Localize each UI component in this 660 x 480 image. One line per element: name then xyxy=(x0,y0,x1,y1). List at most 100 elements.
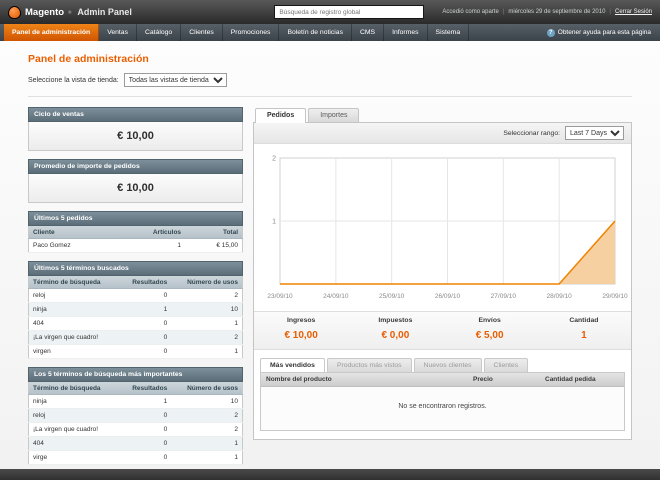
table-row[interactable]: 404 0 1 xyxy=(28,436,243,451)
table-row[interactable]: virgen 0 1 xyxy=(28,344,243,359)
header-user-info: Accedió como aparte | miércoles 29 de se… xyxy=(442,9,652,15)
table-row[interactable]: ninja 1 10 xyxy=(28,302,243,317)
nav-item[interactable]: Clientes xyxy=(181,24,223,41)
table-row[interactable]: ¡La virgen que cuadro! 0 2 xyxy=(28,330,243,345)
box-title: Últimos 5 pedidos xyxy=(28,211,243,226)
data-table: Término de búsqueda Resultados Número de u… xyxy=(28,276,243,359)
nav-item[interactable]: Sistema xyxy=(428,24,470,41)
table-cell: virge xyxy=(28,450,120,465)
column-header: Total xyxy=(185,226,243,239)
global-search-input[interactable] xyxy=(274,5,425,19)
table-cell: ninja xyxy=(28,394,120,409)
total-stat: Impuestos € 0,00 xyxy=(348,312,442,349)
logout-link[interactable]: Cerrar Sesión xyxy=(615,9,652,15)
table-cell: 2 xyxy=(171,422,243,437)
table-cell: 10 xyxy=(171,302,243,317)
grid-empty-message: No se encontraron registros. xyxy=(261,387,624,430)
box-title: Promedio de importe de pedidos xyxy=(28,159,243,174)
report-tab[interactable]: Más vendidos xyxy=(260,358,325,372)
logo-text: Magento xyxy=(25,6,65,18)
table-row[interactable]: virge 0 1 xyxy=(28,450,243,465)
magento-logo-icon xyxy=(8,5,21,19)
total-stat: Ingresos € 10,00 xyxy=(254,312,348,349)
table-cell: € 15,00 xyxy=(185,238,243,253)
grid-column-header[interactable]: Precio xyxy=(468,373,540,386)
main-navigation: Panel de administración Ventas Catálogo Cli… xyxy=(0,24,660,41)
nav-item[interactable]: Informes xyxy=(384,24,428,41)
column-header: Término de búsqueda xyxy=(28,276,120,289)
table-row[interactable]: reloj 0 2 xyxy=(28,408,243,423)
table-cell: ¡La virgen que cuadro! xyxy=(28,330,120,345)
svg-text:24/09/10: 24/09/10 xyxy=(323,293,349,300)
table-row[interactable]: ¡La virgen que cuadro! 0 2 xyxy=(28,422,243,437)
table-row[interactable]: ninja 1 10 xyxy=(28,394,243,409)
data-table: Término de búsqueda Resultados Número de u… xyxy=(28,382,243,465)
trademark-symbol: ® xyxy=(68,9,72,15)
total-stat-label: Envíos xyxy=(478,317,501,324)
orders-chart-container: 23/09/10 24/09/10 25/09/10 26/09/10 27/09/10… xyxy=(254,144,631,307)
column-header: Resultados xyxy=(119,382,172,395)
grid-column-header[interactable]: Nombre del producto xyxy=(261,373,468,386)
dashboard-tab[interactable]: Importes xyxy=(308,108,360,122)
report-tab[interactable]: Productos más vistos xyxy=(326,358,412,372)
table-cell: Paco Gomez xyxy=(28,238,117,253)
box-title: Los 5 términos de búsqueda más important… xyxy=(28,367,243,382)
grid-header-row: Nombre del producto Precio Cantidad pedida xyxy=(261,373,624,387)
grid-column-header[interactable]: Cantidad pedida xyxy=(540,373,624,386)
dashboard-columns: Ciclo de ventas € 10,00 Promedio de import… xyxy=(28,107,632,465)
summary-box: Ciclo de ventas € 10,00 xyxy=(28,107,243,151)
table-cell: 2 xyxy=(171,330,243,345)
separator: | xyxy=(502,9,505,15)
table-cell: 1 xyxy=(116,238,186,253)
svg-text:27/09/10: 27/09/10 xyxy=(491,293,517,300)
report-tab[interactable]: Nuevos clientes xyxy=(413,358,482,372)
column-header: Cliente xyxy=(28,226,117,239)
table-cell: 0 xyxy=(119,422,172,437)
table-cell: 1 xyxy=(171,436,243,451)
data-table: Cliente Artículos Total Paco Gomez 1 € 15,00 xyxy=(28,226,243,253)
table-cell: 10 xyxy=(171,394,243,409)
svg-text:28/09/10: 28/09/10 xyxy=(547,293,573,300)
total-stat-value: € 0,00 xyxy=(381,330,410,341)
total-stat-label: Impuestos xyxy=(378,317,413,324)
table-cell: 0 xyxy=(119,330,172,345)
range-label: Seleccionar rango: xyxy=(503,129,560,137)
table-header-row: Término de búsqueda Resultados Número de u… xyxy=(28,382,243,395)
table-cell: 1 xyxy=(119,394,172,409)
nav-item[interactable]: CMS xyxy=(352,24,385,41)
table-row[interactable]: reloj 0 2 xyxy=(28,288,243,303)
page-title: Panel de administración xyxy=(28,53,149,65)
column-header: Número de usos xyxy=(171,276,243,289)
report-tab[interactable]: Clientes xyxy=(483,358,529,372)
table-header-row: Término de búsqueda Resultados Número de u… xyxy=(28,276,243,289)
table-cell: 1 xyxy=(171,316,243,331)
table-cell: 1 xyxy=(171,344,243,359)
total-stat-label: Ingresos xyxy=(286,317,316,324)
table-row[interactable]: 404 0 1 xyxy=(28,316,243,331)
table-cell: 2 xyxy=(171,288,243,303)
nav-item[interactable]: Boletín de noticias xyxy=(279,24,352,41)
nav-item[interactable]: Catálogo xyxy=(137,24,182,41)
table-cell: 0 xyxy=(119,408,172,423)
dashboard-table-box: Últimos 5 pedidos Cliente Artículos Total Pa… xyxy=(28,211,243,253)
separator: | xyxy=(609,9,611,15)
table-row[interactable]: Paco Gomez 1 € 15,00 xyxy=(28,238,243,253)
current-date-text: miércoles 29 de septiembre de 2010 xyxy=(508,9,606,15)
nav-item[interactable]: Promociones xyxy=(223,24,280,41)
chart-tabs: Pedidos Importes xyxy=(253,107,632,123)
magento-admin-page: Magento ® Admin Panel Accedió como apart… xyxy=(0,0,660,480)
store-view-switcher: Seleccione la vista de tienda: Todas las… xyxy=(28,73,632,97)
box-title: Últimos 5 términos buscados xyxy=(28,261,243,276)
nav-item[interactable]: Panel de administración xyxy=(4,24,100,41)
total-stat: Cantidad 1 xyxy=(537,312,631,349)
column-header: Término de búsqueda xyxy=(28,382,120,395)
dashboard-tab[interactable]: Pedidos xyxy=(255,108,307,123)
column-header: Artículos xyxy=(116,226,186,239)
table-cell: 0 xyxy=(119,436,172,451)
nav-item[interactable]: Ventas xyxy=(99,24,137,41)
page-help-link[interactable]: ? Obtener ayuda para esta página xyxy=(546,24,660,41)
summary-amount: € 10,00 xyxy=(28,174,243,203)
total-stat-value: 1 xyxy=(581,330,587,341)
store-view-select[interactable]: Todas las vistas de tienda xyxy=(123,73,227,87)
range-select[interactable]: Last 7 Days xyxy=(565,126,624,140)
